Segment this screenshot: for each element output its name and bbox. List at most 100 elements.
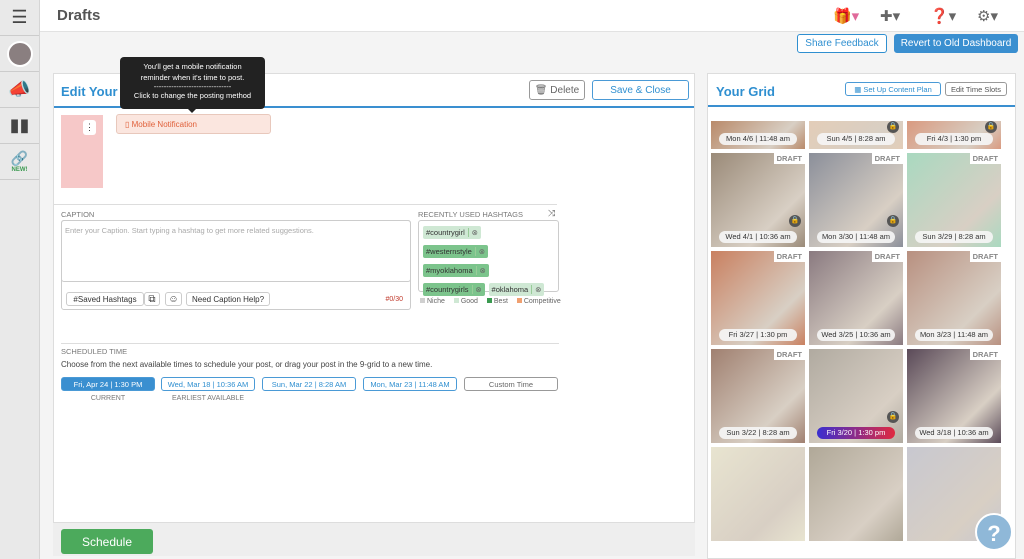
lock-icon: 🔒 [985, 121, 997, 133]
menu-icon[interactable]: ☰ [0, 0, 39, 36]
copy-icon[interactable]: ⧉ [144, 292, 160, 306]
grid-cell[interactable]: DRAFT Wed 3/18 | 10:36 am [907, 349, 1001, 443]
custom-time-button[interactable]: Custom Time [464, 377, 558, 391]
slot-earliest[interactable]: Wed, Mar 18 | 10:36 AM [161, 377, 255, 391]
remove-icon[interactable]: ⊗ [475, 266, 489, 275]
cell-time: Wed 3/25 | 10:36 am [817, 329, 895, 341]
grid-cell[interactable]: DRAFT Wed 3/25 | 10:36 am [809, 251, 903, 345]
divider [708, 105, 1015, 107]
saved-hashtags-button[interactable]: # Saved Hashtags [66, 292, 144, 306]
hashtag-text: #oklahoma [491, 285, 529, 294]
remove-icon[interactable]: ⊗ [467, 228, 481, 237]
grid-cell[interactable]: DRAFT 🔒 Mon 3/30 | 11:48 am [809, 153, 903, 247]
grid-cell[interactable]: DRAFT Sun 3/29 | 8:28 am [907, 153, 1001, 247]
shuffle-icon[interactable]: ⤨ [548, 208, 555, 219]
scheduled-label: Scheduled Time [61, 347, 128, 356]
account-avatar[interactable] [0, 36, 39, 72]
delete-button[interactable]: 🗑 Delete [529, 80, 585, 100]
cell-time: Fri 3/20 | 1:30 pm [817, 427, 895, 439]
lock-icon: 🔒 [887, 121, 899, 133]
hashtag-chip[interactable]: #countrygirl ⊗ [423, 226, 481, 239]
saved-hashtags-label: Saved Hashtags [77, 294, 137, 304]
new-badge: NEW! [11, 167, 28, 173]
help-chat-button[interactable]: ? [975, 513, 1013, 551]
posting-method-button[interactable]: ▯ Mobile Notification [116, 114, 271, 134]
lock-icon: 🔒 [887, 215, 899, 227]
megaphone-icon[interactable]: 📣 [0, 72, 39, 108]
cell-time: Sun 4/5 | 8:28 am [817, 133, 895, 145]
caption-label: Caption [61, 210, 95, 219]
hashtag-chip[interactable]: #myoklahoma ⊗ [423, 264, 489, 277]
earliest-label: Earliest Available [172, 395, 244, 402]
phone-icon: ▯ [125, 119, 132, 129]
draft-badge: DRAFT [773, 153, 805, 164]
hashtag-legend: Niche Good Best Competitive [420, 298, 561, 305]
cell-time: Mon 3/23 | 11:48 am [915, 329, 993, 341]
content-plan-label: Set Up Content Plan [863, 84, 932, 94]
grid-cell[interactable] [711, 447, 805, 541]
link-icon[interactable]: 🔗 NEW! [0, 144, 39, 180]
lock-icon: 🔒 [789, 215, 801, 227]
tooltip-separator: ------------------------------- [153, 83, 232, 90]
analytics-icon[interactable]: ▮▮ [0, 108, 39, 144]
sidebar: ☰ 📣 ▮▮ 🔗 NEW! [0, 0, 40, 559]
grid-cell[interactable]: DRAFT Sun 3/22 | 8:28 am [711, 349, 805, 443]
save-close-button[interactable]: Save & Close [592, 80, 689, 100]
remove-icon[interactable]: ⊗ [531, 285, 544, 294]
grid-cell[interactable]: 🔒 Sun 4/5 | 8:28 am [809, 121, 903, 149]
divider [61, 343, 559, 344]
more-options-icon[interactable]: ⋮ [83, 120, 96, 135]
share-feedback-button[interactable]: Share Feedback [797, 34, 887, 53]
draft-badge: DRAFT [969, 153, 1001, 164]
gear-icon[interactable]: ⚙▾ [977, 7, 998, 25]
hashtag-chip[interactable]: #oklahoma ⊗ [488, 283, 545, 296]
hashtags-label: Recently Used Hashtags [418, 210, 524, 219]
grid-cell[interactable]: 🔒 Fri 3/20 | 1:30 pm [809, 349, 903, 443]
hashtag-chip[interactable]: #westernstyle ⊗ [423, 245, 488, 258]
cell-time: Wed 3/18 | 10:36 am [915, 427, 993, 439]
grid-cell[interactable] [809, 447, 903, 541]
grid-cell[interactable]: DRAFT Fri 3/27 | 1:30 pm [711, 251, 805, 345]
grid-cell[interactable]: DRAFT Mon 3/23 | 11:48 am [907, 251, 1001, 345]
revert-dashboard-button[interactable]: Revert to Old Dashboard [894, 34, 1018, 53]
post-thumbnail[interactable]: ⋮ [61, 115, 103, 188]
tooltip-text: reminder when it's time to post. [140, 73, 245, 82]
edit-time-slots-button[interactable]: Edit Time Slots [945, 82, 1007, 96]
grid-cell[interactable]: Mon 4/6 | 11:48 am [711, 121, 805, 149]
hashtag-text: #countrygirl [426, 228, 465, 237]
draft-badge: DRAFT [871, 251, 903, 262]
remove-icon[interactable]: ⊗ [474, 247, 488, 256]
slot-option[interactable]: Mon, Mar 23 | 11:48 AM [363, 377, 457, 391]
gift-icon[interactable]: 🎁▾ [833, 7, 859, 25]
cell-time: Sun 3/22 | 8:28 am [719, 427, 797, 439]
slot-current[interactable]: Fri, Apr 24 | 1:30 PM [61, 377, 155, 391]
cell-time: Fri 3/27 | 1:30 pm [719, 329, 797, 341]
hashtag-text: #westernstyle [426, 247, 472, 256]
caption-help-button[interactable]: Need Caption Help? [186, 292, 270, 306]
add-icon[interactable]: ✚▾ [880, 7, 900, 25]
tooltip-text: Click to change the posting method [133, 91, 252, 100]
posting-method-label: Mobile Notification [131, 119, 197, 129]
hashtag-chip[interactable]: #countrygirls ⊗ [423, 283, 485, 296]
help-icon[interactable]: ❓▾ [930, 7, 956, 25]
grid-title: Your Grid [716, 84, 775, 99]
tooltip-text: You'll get a mobile notification [143, 62, 242, 71]
draft-badge: DRAFT [871, 153, 903, 164]
grid-panel: Your Grid ▦ Set Up Content Plan Edit Tim… [707, 73, 1016, 559]
scheduled-help: Choose from the next available times to … [61, 360, 433, 369]
lock-icon: 🔒 [887, 411, 899, 423]
hashtag-text: #myoklahoma [426, 266, 473, 275]
grid-cell[interactable]: 🔒 Fri 4/3 | 1:30 pm [907, 121, 1001, 149]
remove-icon[interactable]: ⊗ [471, 285, 485, 294]
content-plan-button[interactable]: ▦ Set Up Content Plan [845, 82, 941, 96]
caption-input[interactable]: Enter your Caption. Start typing a hasht… [61, 220, 411, 306]
grid-cell[interactable]: DRAFT 🔒 Wed 4/1 | 10:36 am [711, 153, 805, 247]
emoji-icon[interactable]: ☺ [165, 292, 182, 306]
schedule-button[interactable]: Schedule [61, 529, 153, 554]
slot-option[interactable]: Sun, Mar 22 | 8:28 AM [262, 377, 356, 391]
hashtag-list: #countrygirl ⊗ #westernstyle ⊗ #myoklahoma… [418, 220, 559, 296]
cell-time: Mon 4/6 | 11:48 am [719, 133, 797, 145]
trash-icon: 🗑 [534, 84, 551, 96]
delete-label: Delete [550, 84, 580, 96]
divider [54, 204, 557, 205]
